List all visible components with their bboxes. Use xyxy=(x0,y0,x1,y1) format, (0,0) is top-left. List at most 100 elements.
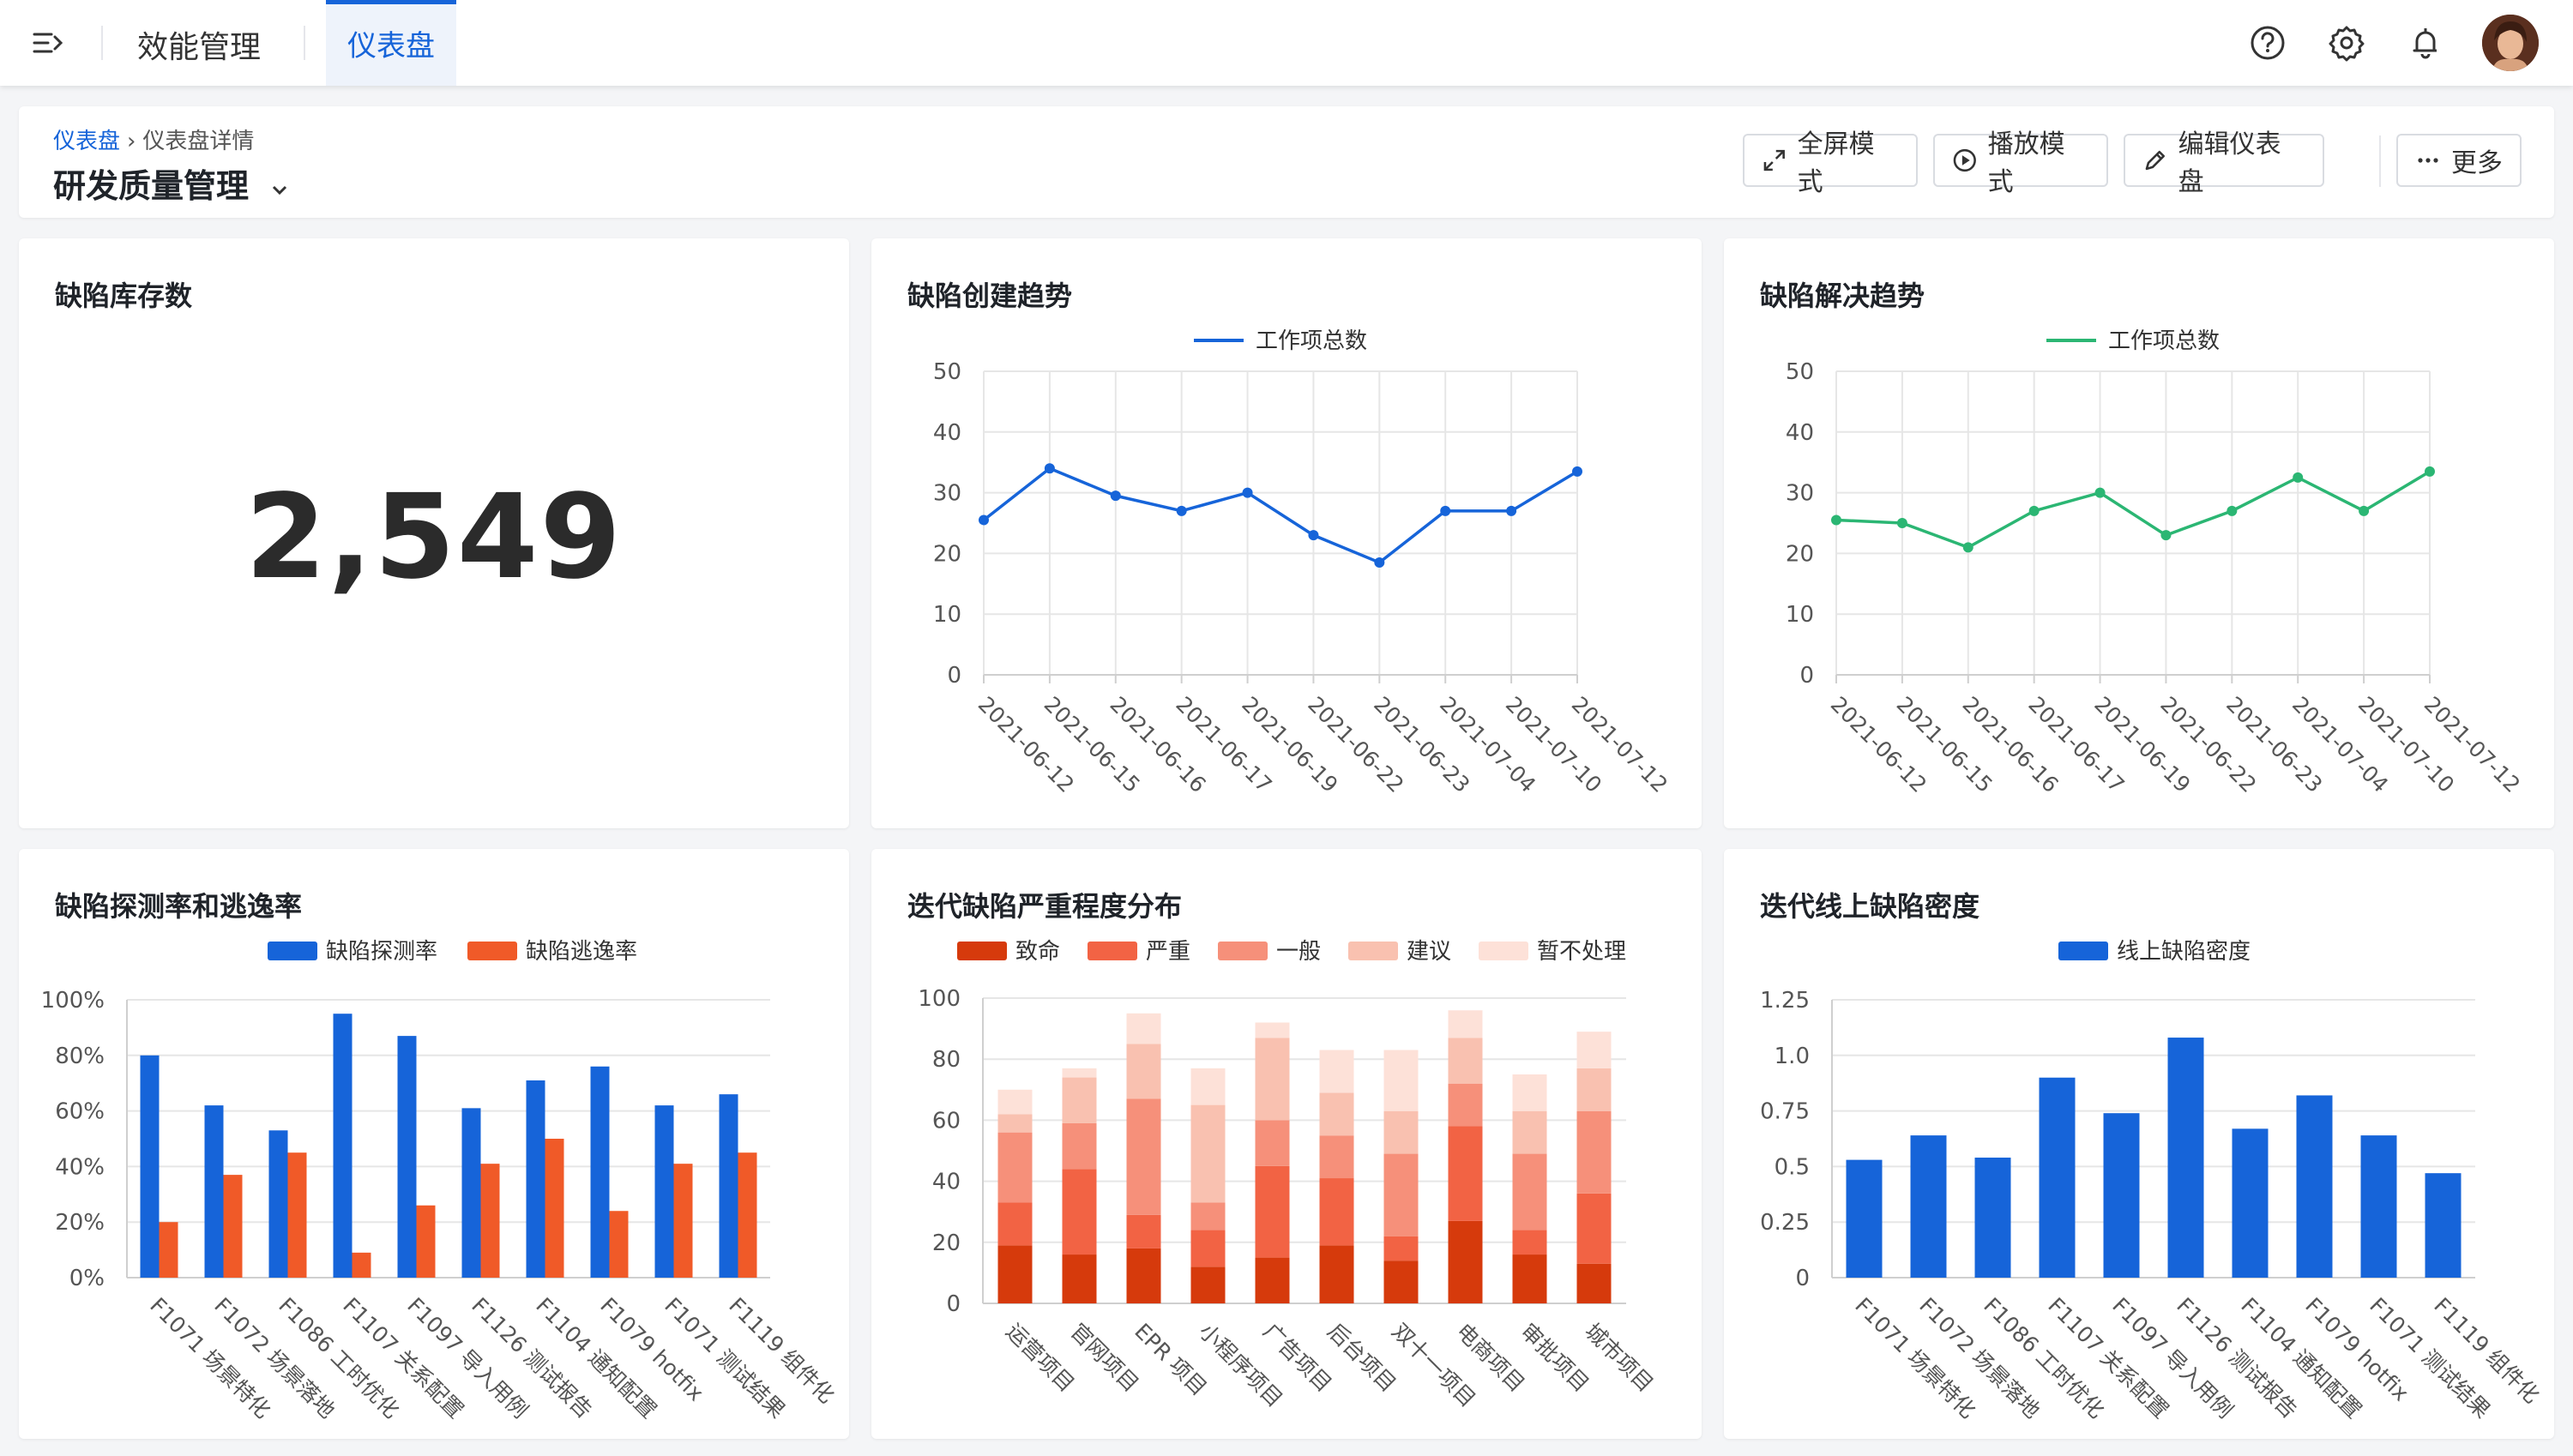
y-tick-label: 50 xyxy=(933,359,961,385)
y-tick-label: 60 xyxy=(932,1108,961,1134)
bar-segment xyxy=(1576,1068,1612,1111)
y-tick-label: 0% xyxy=(69,1266,105,1291)
legend-label: 缺陷逃逸率 xyxy=(526,939,637,965)
bar xyxy=(673,1164,693,1278)
bar-segment xyxy=(1126,1044,1161,1099)
y-tick-label: 100% xyxy=(41,988,105,1014)
breadcrumb-root-link[interactable]: 仪表盘 xyxy=(53,129,120,154)
bar-segment xyxy=(1190,1202,1226,1230)
bar-segment xyxy=(1512,1110,1547,1154)
dashboard-title-dropdown[interactable]: 研发质量管理 xyxy=(53,159,289,208)
help-icon[interactable] xyxy=(2249,24,2287,62)
edit-dashboard-button[interactable]: 编辑仪表盘 xyxy=(2124,129,2324,197)
legend-swatch xyxy=(1348,942,1398,960)
legend-label: 严重 xyxy=(1146,939,1190,965)
data-point xyxy=(1896,518,1907,528)
bar xyxy=(204,1105,224,1278)
legend-swatch xyxy=(268,942,317,960)
play-mode-button[interactable]: 播放模式 xyxy=(1933,129,2108,197)
y-tick-label: 0 xyxy=(1799,663,1814,689)
y-tick-label: 40 xyxy=(933,420,961,446)
data-point xyxy=(1242,487,1253,498)
bar xyxy=(590,1066,610,1278)
bar xyxy=(268,1130,288,1278)
fullscreen-label: 全屏模式 xyxy=(1797,129,1875,197)
data-point xyxy=(2359,505,2370,516)
bar-segment xyxy=(1383,1236,1419,1261)
bell-icon[interactable] xyxy=(2407,24,2444,62)
data-point xyxy=(1572,466,1582,477)
pencil-icon xyxy=(2145,150,2166,171)
settings-icon[interactable] xyxy=(2328,24,2365,62)
breadcrumb: 仪表盘 › 仪表盘详情 xyxy=(53,123,254,155)
detect-rate-chart: 0%20%40%60%80%100%缺陷探测率 缺陷逃逸率F1071 场景特化F1… xyxy=(41,939,840,1423)
bar xyxy=(2296,1095,2333,1278)
data-point xyxy=(1506,505,1517,516)
bar xyxy=(719,1094,738,1278)
bar-segment xyxy=(1190,1104,1226,1203)
x-tick-label: 官网项目 xyxy=(1065,1319,1143,1397)
y-tick-label: 0 xyxy=(946,1291,961,1317)
data-point xyxy=(979,514,989,526)
y-tick-label: 0 xyxy=(947,663,961,689)
fullscreen-button[interactable]: 全屏模式 xyxy=(1743,129,1918,197)
app-title: 效能管理 xyxy=(137,30,262,65)
data-point xyxy=(2425,466,2435,477)
bar xyxy=(140,1055,160,1278)
data-point xyxy=(2227,505,2238,516)
bar-segment xyxy=(1255,1165,1290,1258)
x-tick-label: 后台项目 xyxy=(1323,1319,1401,1397)
bar-segment xyxy=(997,1114,1033,1133)
bar-segment xyxy=(1319,1050,1354,1093)
y-tick-label: 20 xyxy=(932,1230,961,1256)
data-point xyxy=(2293,472,2304,483)
data-point xyxy=(1308,530,1319,541)
bar xyxy=(159,1222,178,1278)
legend-swatch xyxy=(467,942,517,960)
legend-label: 工作项总数 xyxy=(2108,328,2220,354)
bar-segment xyxy=(1576,1032,1612,1068)
legend-label: 缺陷探测率 xyxy=(326,939,437,965)
card-online-defect-density: 迭代线上缺陷密度 0 0.25 0.5 0.75 1.0 1.25 线上缺陷密度 F1071 … xyxy=(1724,849,2554,1439)
avatar[interactable] xyxy=(2482,15,2539,71)
bar-segment xyxy=(1383,1260,1419,1303)
bar xyxy=(397,1036,417,1278)
divider xyxy=(304,26,305,60)
legend-label: 一般 xyxy=(1276,939,1321,965)
breadcrumb-separator: › xyxy=(127,129,136,154)
card-severity-distribution: 迭代缺陷严重程度分布 0 20 40 60 80 100 致命 严重 一般 建议 暂不处理 运营项目官… xyxy=(871,849,1702,1439)
data-point xyxy=(1110,490,1121,502)
bar xyxy=(1910,1135,1947,1278)
card-title: 缺陷库存数 xyxy=(55,280,193,312)
legend-label: 建议 xyxy=(1407,939,1451,965)
breadcrumb-current: 仪表盘详情 xyxy=(142,129,255,154)
bar xyxy=(2103,1113,2140,1278)
resolve-trend-chart: 010203040502021-06-122021-06-152021-06-1… xyxy=(1786,328,2525,797)
data-point xyxy=(2160,530,2172,541)
y-tick-label: 20% xyxy=(55,1210,105,1236)
series-line xyxy=(1835,470,2431,550)
card-resolve-trend: 缺陷解决趋势 0 10 20 30 40 50 2021-06-12 2021-06-15 20… xyxy=(1724,238,2554,828)
bar-segment xyxy=(997,1132,1033,1203)
y-tick-label: 20 xyxy=(933,541,961,567)
y-tick-label: 80% xyxy=(55,1044,105,1069)
bar xyxy=(2232,1128,2269,1278)
y-tick-label: 80 xyxy=(932,1047,961,1073)
card-detect-rate: 缺陷探测率和逃逸率 0% 20% 40% 60% 80% 100% 缺陷探测率 缺陷逃逸率 F1… xyxy=(19,849,849,1439)
more-button[interactable]: 更多 xyxy=(2396,134,2522,187)
legend-swatch xyxy=(1218,942,1268,960)
dashboard-header: 仪表盘 › 仪表盘详情 研发质量管理 全屏模式 播放模式 编辑仪表盘 更多 xyxy=(19,106,2554,218)
menu-icon[interactable] xyxy=(29,24,67,62)
bar xyxy=(1974,1158,2011,1278)
bar-segment xyxy=(1062,1122,1097,1170)
bar-segment xyxy=(1190,1068,1226,1105)
y-tick-label: 50 xyxy=(1786,359,1814,385)
bar-segment xyxy=(1448,1220,1483,1303)
density-chart: 00.250.50.751.01.25线上缺陷密度F1071 场景特化F1072… xyxy=(1760,939,2544,1423)
defect-inventory-value: 2,549 xyxy=(244,470,624,605)
bar-segment xyxy=(1512,1074,1547,1111)
play-mode-label: 播放模式 xyxy=(1987,129,2065,197)
tab-dashboard[interactable]: 仪表盘 xyxy=(326,0,456,86)
bar-segment xyxy=(1576,1263,1612,1303)
bar xyxy=(287,1152,307,1278)
